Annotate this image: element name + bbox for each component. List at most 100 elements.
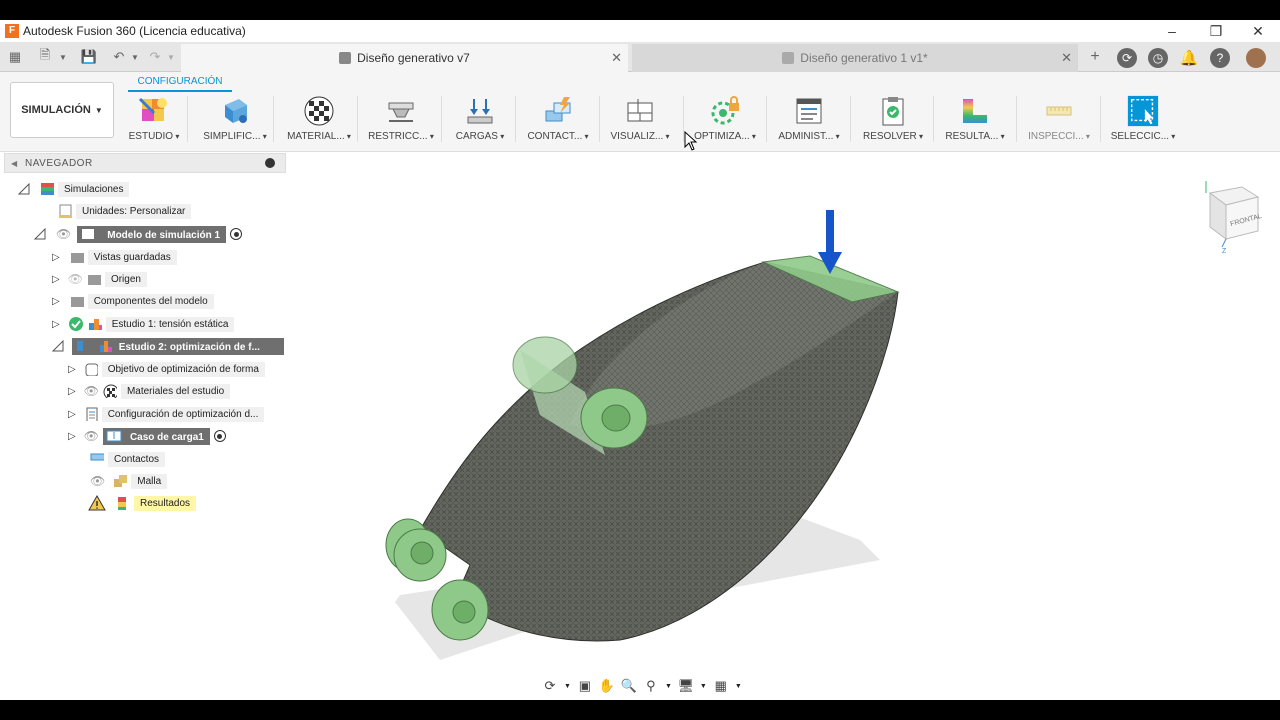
tree-item-load-case[interactable]: ▷ 👁 Caso de carga1 — [68, 427, 226, 445]
data-panel-icon[interactable]: ▦ — [6, 48, 24, 66]
chevron-down-icon[interactable]: ▼ — [665, 683, 672, 690]
collapsed-triangle-icon[interactable]: ▷ — [68, 386, 76, 397]
tree-item-mesh[interactable]: 👁 Malla — [90, 472, 168, 490]
extensions-icon[interactable]: ⟳ — [1117, 48, 1137, 68]
viewcube[interactable]: Z FRONTAL — [1198, 173, 1263, 255]
tree-label-highlight: Caso de carga1 — [102, 427, 210, 445]
restore-button[interactable]: ❐ — [1194, 20, 1238, 42]
tab-active-document[interactable]: Diseño generativo v7 ✕ — [181, 44, 628, 72]
chevron-down-icon[interactable]: ▼ — [735, 683, 742, 690]
chevron-down-icon[interactable]: ▾ — [998, 132, 1005, 141]
tree-item-study-materials[interactable]: ▷ 👁 Materiales del estudio — [68, 382, 231, 400]
tree-item-study-2[interactable]: Estudio 2: optimización de f... — [52, 337, 284, 355]
orbit-icon[interactable]: ⟳ — [542, 678, 558, 694]
canvas-viewport[interactable] — [286, 131, 1280, 700]
tree-item-model-components[interactable]: ▷ Componentes del modelo — [52, 292, 214, 310]
file-dropdown-icon[interactable]: ▼ — [54, 48, 72, 66]
tab-configuration[interactable]: CONFIGURACIÓN — [128, 72, 232, 92]
tool-results[interactable]: RESULTA... ▾ — [942, 94, 1008, 148]
close-tab-icon[interactable]: ✕ — [1061, 50, 1072, 66]
tool-study[interactable]: ESTUDIO ▾ — [128, 94, 180, 148]
display-settings-icon[interactable]: 🖥 — [678, 678, 695, 694]
chevron-down-icon[interactable]: ▾ — [260, 132, 267, 141]
chevron-down-icon[interactable]: ▾ — [498, 132, 504, 141]
chevron-down-icon[interactable]: ▾ — [750, 132, 756, 141]
chevron-down-icon[interactable]: ▼ — [564, 683, 571, 690]
chevron-down-icon[interactable]: ▾ — [582, 132, 589, 141]
minimize-button[interactable]: – — [1150, 20, 1194, 42]
tree-item-results[interactable]: Resultados — [88, 494, 197, 512]
folder-icon — [70, 297, 84, 307]
visibility-eye-icon[interactable]: 👁 — [84, 429, 99, 443]
collapse-icon[interactable]: ◀ — [11, 159, 17, 168]
chevron-down-icon[interactable]: ▼ — [700, 683, 707, 690]
chevron-down-icon[interactable]: ▾ — [917, 132, 923, 141]
help-icon[interactable]: ? — [1210, 48, 1230, 68]
fit-icon[interactable]: ⚲ — [643, 678, 659, 694]
zoom-icon[interactable]: 🔍 — [621, 678, 637, 694]
tree-item-simulation-model[interactable]: 👁 Modelo de simulación 1 — [34, 225, 243, 243]
hidden-eye-icon[interactable]: 👁 — [68, 272, 83, 286]
collapsed-triangle-icon[interactable]: ▷ — [68, 364, 76, 375]
tool-display[interactable]: VISUALIZ... ▾ — [608, 94, 672, 148]
collapsed-triangle-icon[interactable]: ▷ — [52, 274, 60, 285]
visibility-eye-icon[interactable]: 👁 — [56, 227, 71, 241]
chevron-down-icon[interactable]: ▾ — [663, 132, 669, 141]
visibility-eye-icon[interactable]: 👁 — [84, 384, 99, 398]
tool-inspect[interactable]: INSPECCI... ▾ — [1026, 94, 1092, 148]
chevron-down-icon[interactable]: ▾ — [833, 132, 840, 141]
tool-manage[interactable]: ADMINIST... ▾ — [776, 94, 842, 148]
chevron-down-icon[interactable]: ▾ — [345, 132, 351, 141]
tree-item-study-1[interactable]: ▷ Estudio 1: tensión estática — [52, 315, 235, 333]
new-tab-icon[interactable]: + — [1086, 48, 1104, 66]
tree-item-named-views[interactable]: ▷ Vistas guardadas — [52, 248, 177, 266]
collapsed-triangle-icon[interactable]: ▷ — [68, 409, 76, 420]
tree-item-contacts[interactable]: Contactos — [88, 450, 166, 468]
tool-simplify[interactable]: SIMPLIFIC... ▾ — [200, 94, 270, 148]
tool-contacts[interactable]: CONTACT... ▾ — [524, 94, 592, 148]
collapsed-triangle-icon[interactable]: ▷ — [52, 296, 60, 307]
avatar[interactable] — [1246, 48, 1266, 68]
expanded-triangle-icon[interactable] — [18, 183, 30, 195]
chevron-down-icon[interactable]: ▾ — [428, 132, 434, 141]
close-button[interactable]: ✕ — [1236, 20, 1280, 42]
tree-item-units[interactable]: Unidades: Personalizar — [54, 202, 192, 220]
undo-dropdown-icon[interactable]: ▼ — [126, 48, 144, 66]
activate-radio-icon[interactable] — [213, 430, 226, 442]
activate-radio-icon[interactable] — [230, 228, 243, 240]
pin-icon[interactable] — [265, 158, 275, 168]
part-model[interactable] — [286, 153, 1280, 700]
tool-loads[interactable]: CARGAS ▾ — [452, 94, 508, 148]
tool-solve[interactable]: RESOLVER ▾ — [860, 94, 926, 148]
tool-constraints[interactable]: RESTRICC... ▾ — [366, 94, 436, 148]
workspace-switcher[interactable]: SIMULACIÓN ▼ — [10, 82, 114, 138]
notifications-icon[interactable]: 🔔 — [1179, 48, 1199, 68]
tree-item-simulations[interactable]: Simulaciones — [18, 180, 130, 198]
config-sheet-icon — [86, 407, 98, 421]
chevron-down-icon[interactable]: ▾ — [1084, 132, 1090, 141]
pan-hand-icon[interactable]: ✋ — [599, 678, 615, 694]
tool-optimization[interactable]: OPTIMIZA... ▾ — [692, 94, 758, 148]
expanded-triangle-icon[interactable] — [52, 340, 64, 352]
job-status-icon[interactable]: ◷ — [1148, 48, 1168, 68]
visibility-eye-icon[interactable]: 👁 — [90, 474, 105, 488]
tree-item-optimization-config[interactable]: ▷ Configuración de optimización d... — [68, 405, 265, 423]
chevron-down-icon[interactable]: ▾ — [1169, 132, 1175, 141]
tool-materials[interactable]: MATERIAL... ▾ — [284, 94, 354, 148]
grid-icon[interactable]: ▦ — [713, 678, 729, 694]
tree-item-shape-objective[interactable]: ▷ Objetivo de optimización de forma — [68, 360, 265, 378]
chevron-down-icon[interactable]: ▾ — [173, 132, 179, 141]
tree-item-origin[interactable]: ▷ 👁 Origen — [52, 270, 147, 288]
tool-select[interactable]: SELECCIC... ▾ — [1110, 94, 1176, 148]
expanded-triangle-icon[interactable] — [34, 228, 46, 240]
redo-dropdown-icon[interactable]: ▼ — [162, 48, 180, 66]
tab-inactive-document[interactable]: Diseño generativo 1 v1* ✕ — [632, 44, 1078, 72]
collapsed-triangle-icon[interactable]: ▷ — [52, 252, 60, 263]
collapsed-triangle-icon[interactable]: ▷ — [52, 319, 60, 330]
look-at-icon[interactable]: ▣ — [577, 678, 593, 694]
save-icon[interactable]: 💾 — [80, 48, 98, 66]
file-menu-icon[interactable]: 🗎 — [36, 47, 54, 66]
close-tab-icon[interactable]: ✕ — [611, 50, 622, 66]
collapsed-triangle-icon[interactable]: ▷ — [68, 431, 76, 442]
browser-header[interactable]: ◀ NAVEGADOR — [4, 153, 286, 173]
